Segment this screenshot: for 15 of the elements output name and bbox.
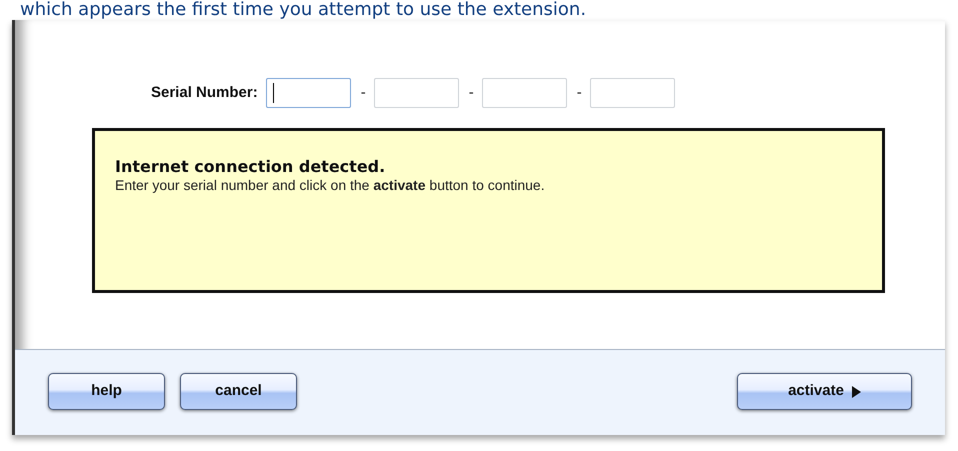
caption-text: which appears the first time you attempt to use the extension. <box>19 0 586 20</box>
separator-dash: - <box>576 82 582 103</box>
serial-input-field[interactable] <box>266 78 351 108</box>
activate-button[interactable]: activate <box>737 373 912 410</box>
serial-input-field[interactable] <box>374 78 459 108</box>
serial-number-label: Serial Number: <box>151 82 258 103</box>
message-title: Internet connection detected. <box>115 157 386 176</box>
dialog-button[interactable]: cancel <box>180 373 297 410</box>
separator-dash: - <box>360 82 366 103</box>
separator-dash: - <box>468 82 474 103</box>
message-body: Enter your serial number and click on the activate button to continue. <box>115 176 546 194</box>
play-triangle-icon <box>852 386 861 398</box>
dialog-button[interactable]: help <box>48 373 165 410</box>
serial-input-field[interactable] <box>590 78 675 108</box>
serial-input-field[interactable] <box>482 78 567 108</box>
